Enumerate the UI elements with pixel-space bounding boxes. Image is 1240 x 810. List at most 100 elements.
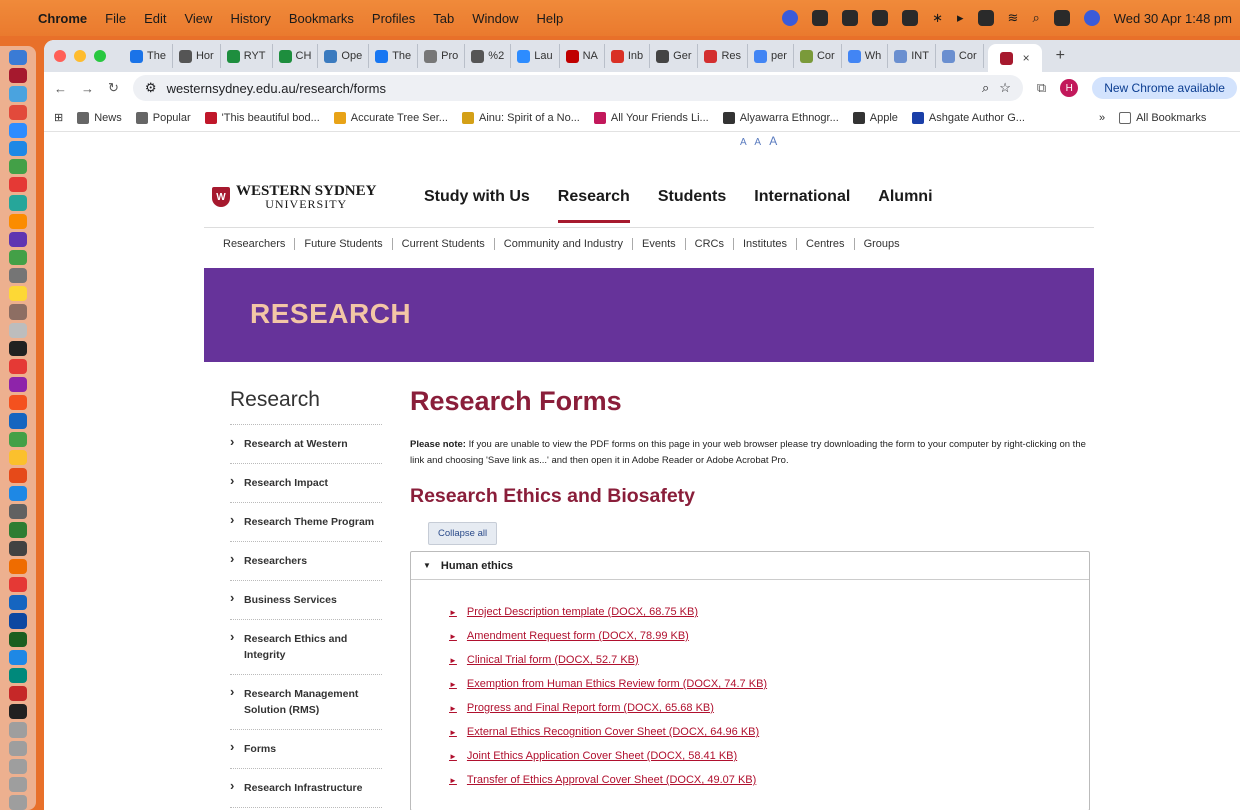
- form-link-label[interactable]: Progress and Final Report form (DOCX, 65…: [467, 702, 714, 714]
- menu-tab[interactable]: Tab: [433, 11, 454, 26]
- tab-5[interactable]: The: [369, 44, 419, 68]
- dock-app-icon[interactable]: [9, 304, 27, 320]
- form-link-label[interactable]: Exemption from Human Ethics Review form …: [467, 678, 767, 690]
- tab-7[interactable]: %2: [465, 44, 512, 68]
- collapse-all-button[interactable]: Collapse all: [428, 522, 498, 545]
- menu-window[interactable]: Window: [472, 11, 518, 26]
- battery-icon[interactable]: [977, 10, 994, 26]
- bookmark-item[interactable]: All Your Friends Li...: [593, 111, 709, 124]
- zoom-icon[interactable]: [782, 10, 799, 26]
- zoom-lens-icon[interactable]: ⌕: [982, 80, 989, 96]
- bookmark-item[interactable]: Ainu: Spirit of a No...: [461, 111, 580, 124]
- font-small-button[interactable]: A: [740, 137, 749, 148]
- bookmark-item[interactable]: News: [77, 111, 122, 124]
- subnav-item[interactable]: Current Students: [391, 238, 494, 250]
- tab-4[interactable]: Ope: [318, 44, 370, 68]
- tab-active[interactable]: ×: [987, 44, 1042, 72]
- spotlight-icon[interactable]: ⌕: [1032, 10, 1039, 26]
- dock-app-icon[interactable]: [9, 86, 27, 102]
- close-tab-icon[interactable]: ×: [1023, 51, 1030, 65]
- siri-icon[interactable]: [1083, 10, 1100, 26]
- nav-international[interactable]: International: [754, 188, 850, 206]
- dock-app-icon[interactable]: [9, 322, 27, 338]
- dock-app-icon[interactable]: [9, 504, 27, 520]
- sidebar-item[interactable]: Research at Western: [230, 425, 382, 464]
- dock-app-icon[interactable]: [9, 722, 27, 738]
- tab-10[interactable]: Inb: [605, 44, 651, 68]
- dock-app-icon[interactable]: [9, 286, 27, 302]
- sidebar-item[interactable]: Business Services: [230, 581, 382, 620]
- bookmark-item[interactable]: 'This beautiful bod...: [204, 111, 320, 124]
- minimize-window-button[interactable]: [74, 50, 86, 62]
- tab-3[interactable]: CH: [273, 44, 319, 68]
- nav-students[interactable]: Students: [658, 188, 726, 206]
- bluetooth-icon[interactable]: ∗: [932, 10, 943, 26]
- form-link-label[interactable]: Amendment Request form (DOCX, 78.99 KB): [467, 630, 689, 642]
- back-icon[interactable]: ←: [54, 81, 67, 96]
- subnav-item[interactable]: Institutes: [733, 238, 796, 250]
- tab-9[interactable]: NA: [560, 44, 605, 68]
- form-link[interactable]: ► Project Description template (DOCX, 68.…: [449, 600, 1089, 624]
- sidebar-item[interactable]: Forms: [230, 730, 382, 769]
- dock-app-icon[interactable]: [9, 140, 27, 157]
- dock-app-icon[interactable]: [9, 576, 27, 593]
- form-link-label[interactable]: External Ethics Recognition Cover Sheet …: [467, 726, 759, 738]
- dock-app-icon[interactable]: [9, 177, 27, 193]
- tab-16[interactable]: INT: [888, 44, 936, 68]
- cloud-icon[interactable]: [902, 10, 919, 26]
- sidebar-item[interactable]: Research Impact: [230, 464, 382, 503]
- subnav-item[interactable]: Events: [632, 238, 685, 250]
- tray-app-icon[interactable]: [842, 10, 859, 26]
- dock-app-icon[interactable]: [9, 431, 27, 447]
- dock-app-icon[interactable]: [9, 522, 27, 538]
- accordion-header[interactable]: ▼ Human ethics: [411, 552, 1089, 580]
- bookmarks-overflow-icon[interactable]: »: [1099, 112, 1105, 124]
- tab-13[interactable]: per: [748, 44, 794, 68]
- dock-app-icon[interactable]: [9, 595, 27, 611]
- site-info-icon[interactable]: ⚙: [145, 80, 157, 96]
- bookmark-item[interactable]: Ashgate Author G...: [911, 111, 1025, 124]
- dock-app-icon[interactable]: [9, 758, 27, 774]
- sidebar-item[interactable]: Research Ethics and Integrity: [230, 620, 382, 675]
- tab-17[interactable]: Cor: [936, 44, 984, 68]
- dock-app-icon[interactable]: [9, 740, 27, 756]
- menu-view[interactable]: View: [184, 11, 212, 26]
- dock-app-icon[interactable]: [9, 104, 27, 120]
- form-link[interactable]: ► Joint Ethics Application Cover Sheet (D…: [449, 744, 1089, 768]
- form-link-label[interactable]: Transfer of Ethics Approval Cover Sheet …: [467, 774, 756, 786]
- subnav-item[interactable]: Community and Industry: [493, 238, 632, 250]
- form-link-label[interactable]: Project Description template (DOCX, 68.7…: [467, 606, 698, 618]
- form-link[interactable]: ► Transfer of Ethics Approval Cover Sheet…: [449, 768, 1089, 792]
- dock-app-icon[interactable]: [9, 377, 27, 393]
- sidebar-item[interactable]: Research Infrastructure: [230, 769, 382, 808]
- form-link[interactable]: ► Clinical Trial form (DOCX, 52.7 KB): [449, 648, 1089, 672]
- dock-app-icon[interactable]: [9, 395, 27, 411]
- menu-history[interactable]: History: [230, 11, 270, 26]
- tab-11[interactable]: Ger: [650, 44, 699, 68]
- update-chrome-button[interactable]: New Chrome available: [1092, 77, 1237, 99]
- menu-bookmarks[interactable]: Bookmarks: [289, 11, 354, 26]
- dock-app-icon[interactable]: [9, 795, 27, 810]
- subnav-item[interactable]: CRCs: [684, 238, 733, 250]
- forward-icon[interactable]: →: [81, 81, 94, 96]
- bookmark-item[interactable]: Alyawarra Ethnogr...: [722, 111, 839, 124]
- subnav-item[interactable]: Researchers: [223, 238, 294, 250]
- nav-research[interactable]: Research: [557, 188, 630, 223]
- play-icon[interactable]: ▸: [957, 10, 964, 26]
- nav-study[interactable]: Study with Us: [424, 188, 530, 206]
- tray-app-icon[interactable]: [812, 10, 829, 26]
- dock-app-icon[interactable]: [9, 413, 27, 429]
- form-link-label[interactable]: Clinical Trial form (DOCX, 52.7 KB): [467, 654, 639, 666]
- wsu-logo[interactable]: W WESTERN SYDNEY UNIVERSITY: [212, 184, 376, 210]
- dock-app-icon[interactable]: [9, 195, 27, 211]
- dock-app-icon[interactable]: [9, 613, 27, 629]
- form-link-label[interactable]: Joint Ethics Application Cover Sheet (DO…: [467, 750, 737, 762]
- form-link[interactable]: ► Amendment Request form (DOCX, 78.99 KB): [449, 624, 1089, 648]
- tab-8[interactable]: Lau: [511, 44, 560, 68]
- bookmark-star-icon[interactable]: ☆: [999, 80, 1011, 96]
- form-link[interactable]: ► External Ethics Recognition Cover Sheet…: [449, 720, 1089, 744]
- font-medium-button[interactable]: A: [754, 137, 763, 148]
- nav-alumni[interactable]: Alumni: [878, 188, 932, 206]
- dock-app-icon[interactable]: [9, 50, 27, 66]
- sidebar-item[interactable]: Researchers: [230, 542, 382, 581]
